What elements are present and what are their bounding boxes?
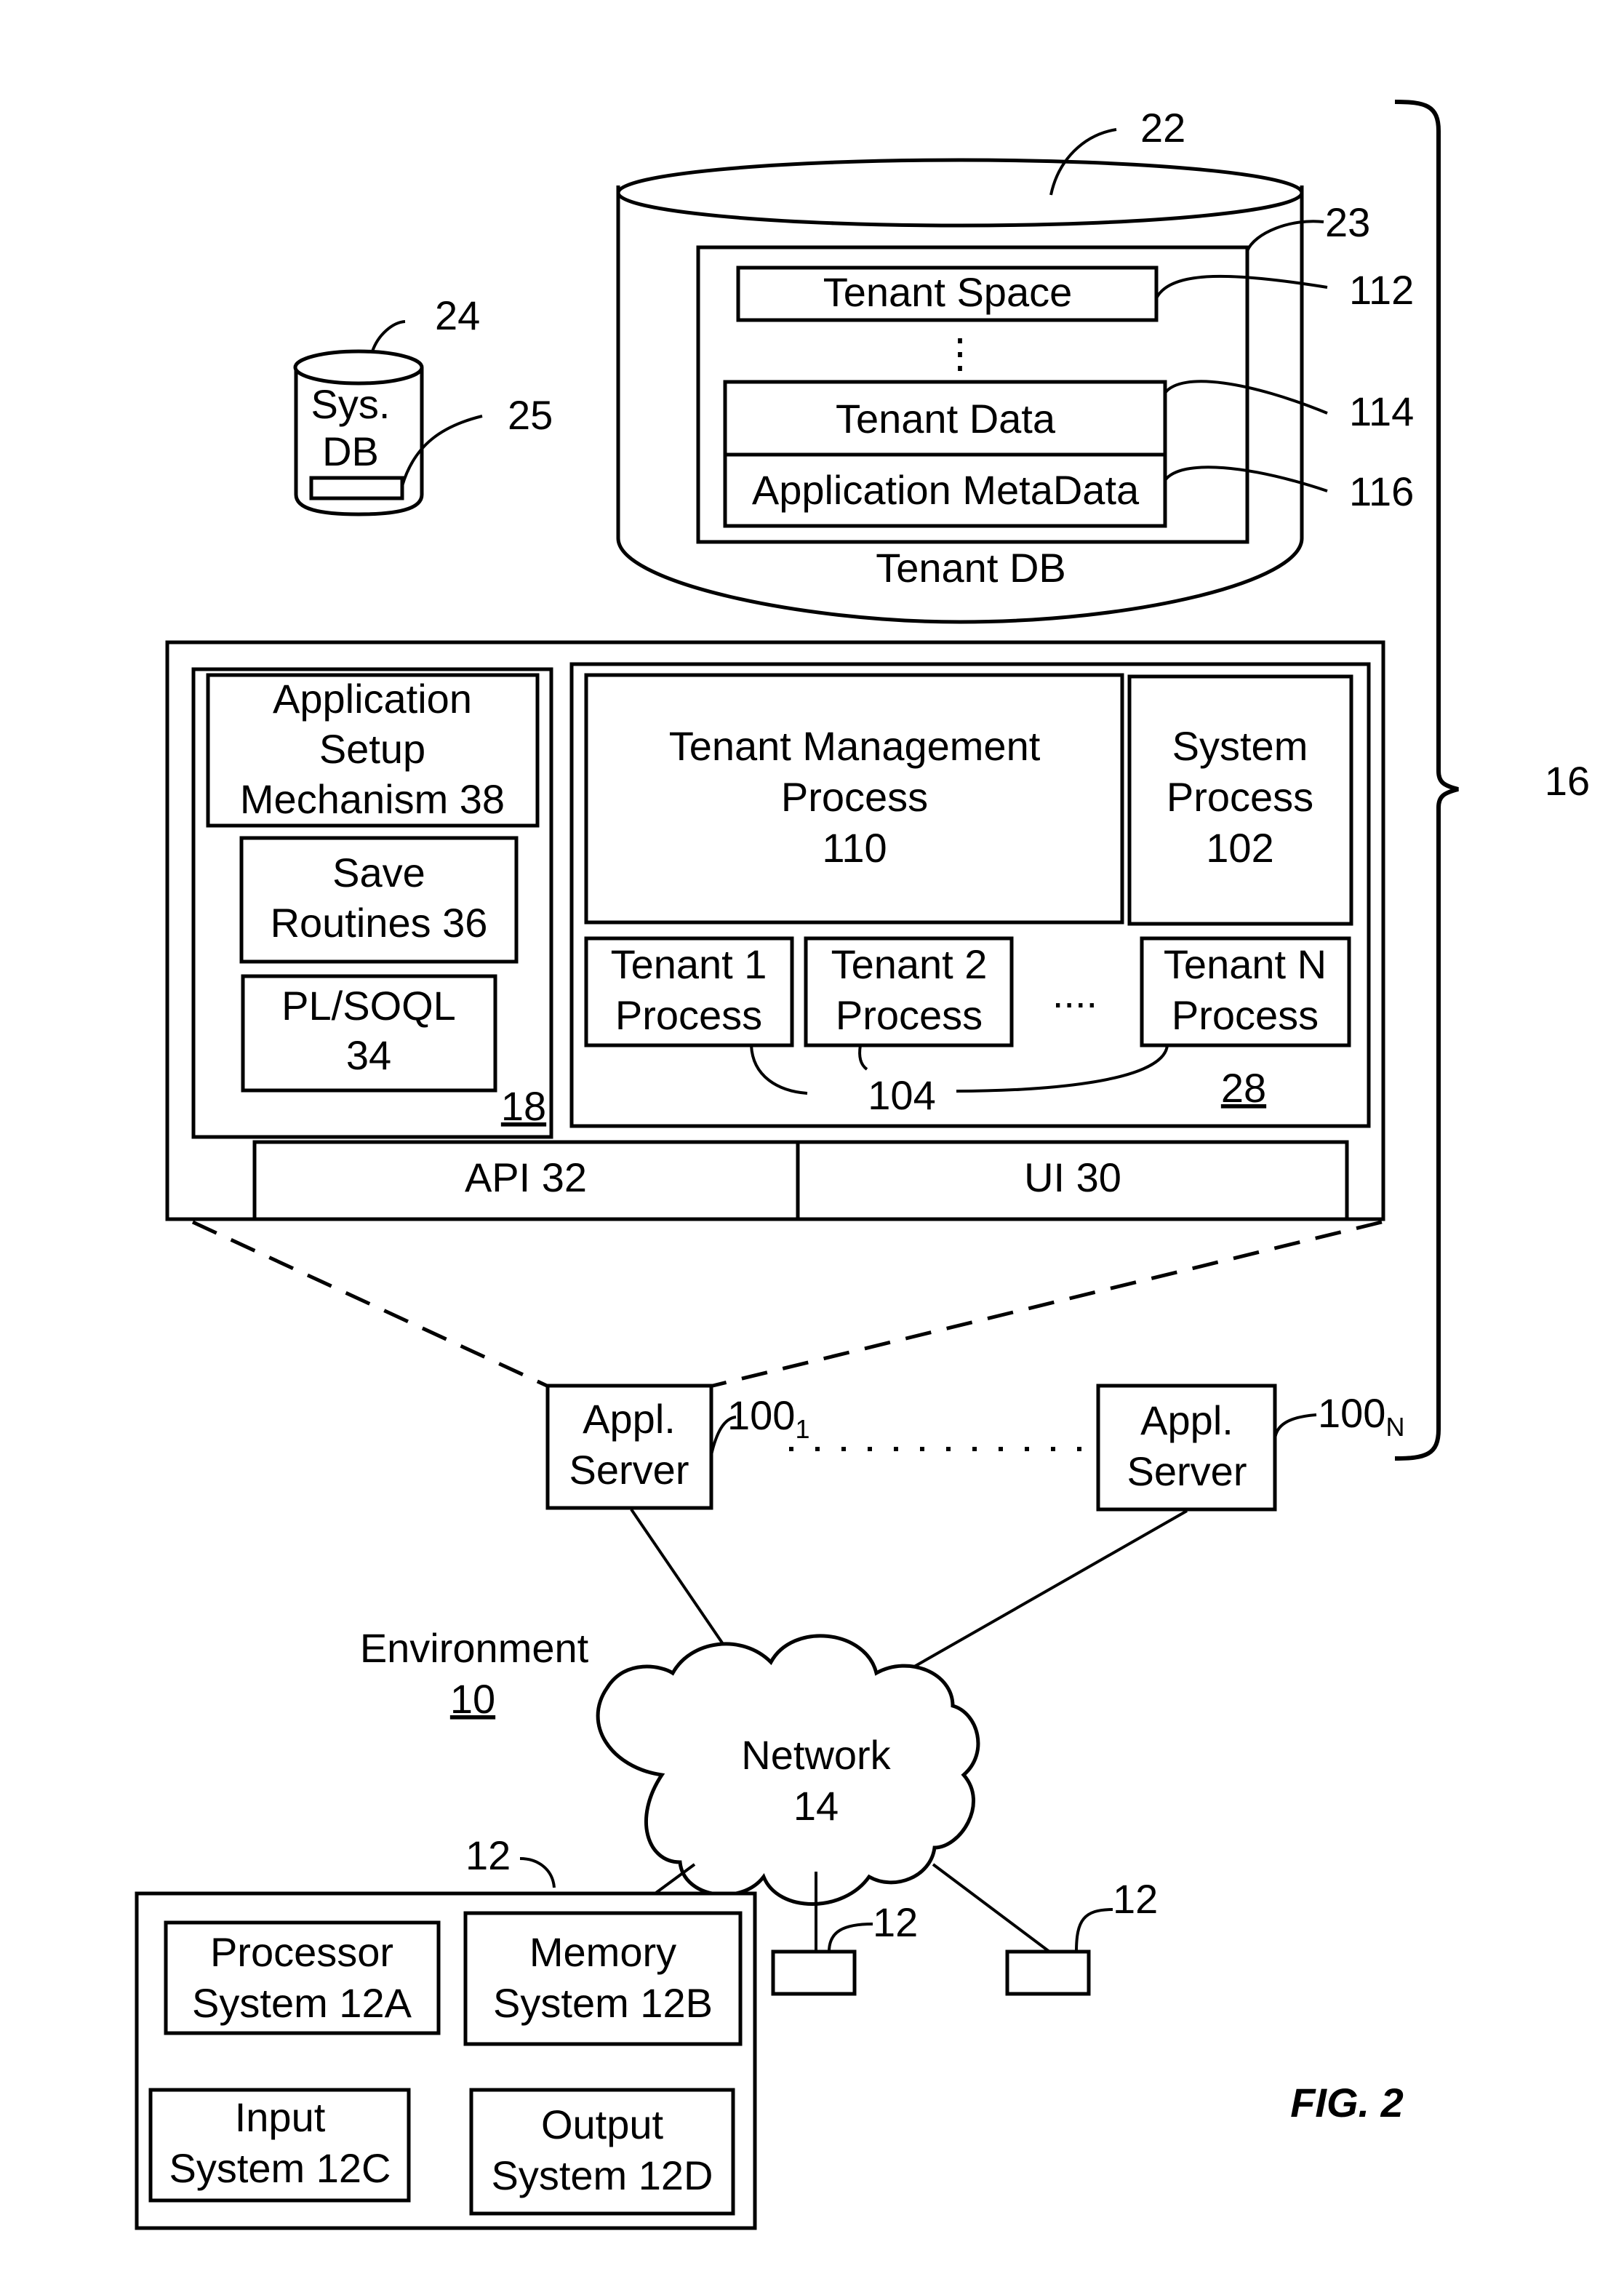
leader-12-a <box>519 1857 556 1888</box>
app-metadata-label: Application MetaData <box>752 467 1140 513</box>
leader-12-c <box>1075 1908 1113 1952</box>
ref-12-a: 12 <box>465 1832 511 1878</box>
tenant1-line2: Process <box>615 992 762 1038</box>
ref-25: 25 <box>508 392 553 438</box>
processor-line2: System 12A <box>192 1980 412 2026</box>
app-server-1: Appl. Server 1001 <box>545 1384 809 1510</box>
tenant-ellipsis: .... <box>1052 970 1097 1016</box>
app-server-n-line1: Appl. <box>1140 1397 1233 1443</box>
user-system-3-box <box>1005 1949 1091 1996</box>
network-cloud: Network 14 <box>596 1634 980 1906</box>
plsoql-line2: 34 <box>346 1032 391 1078</box>
processor-line1: Processor <box>210 1929 393 1975</box>
input-line1: Input <box>235 2094 326 2140</box>
projection-line-left <box>191 1220 548 1388</box>
ref-16: 16 <box>1545 758 1590 804</box>
sys-db-line2: DB <box>322 428 379 474</box>
output-line2: System 12D <box>492 2152 713 2198</box>
environment-ref: 10 <box>450 1676 495 1722</box>
projection-line-right <box>712 1220 1383 1388</box>
ref-18: 18 <box>501 1083 546 1129</box>
app-server-1-line2: Server <box>569 1447 689 1493</box>
tenant-mgmt-line2: Process <box>781 774 928 820</box>
ref-100-n-sub: N <box>1385 1412 1404 1442</box>
tenantN-line1: Tenant N <box>1164 941 1327 987</box>
user-system-main: 12 Processor System 12A Memory System 12… <box>135 1832 757 2230</box>
app-server-1-line1: Appl. <box>583 1396 676 1442</box>
system-process-line1: System <box>1172 723 1308 769</box>
ref-12-b: 12 <box>873 1899 918 1945</box>
app-setup-line3: Mechanism 38 <box>240 776 505 822</box>
ref-114: 114 <box>1349 388 1414 434</box>
link-serverN-network <box>879 1509 1188 1688</box>
api-label: API 32 <box>465 1154 587 1200</box>
tenant-db-label: Tenant DB <box>876 545 1066 591</box>
ref-12-c: 12 <box>1113 1876 1158 1922</box>
ref-104: 104 <box>868 1072 935 1118</box>
app-setup-line2: Setup <box>319 726 425 772</box>
app-server-n-line2: Server <box>1127 1448 1247 1494</box>
tenant-space-label: Tenant Space <box>823 269 1072 315</box>
network-line1: Network <box>741 1732 891 1778</box>
architecture-diagram: 22 23 Tenant Space 112 ⋮ Tenant Data 114… <box>135 100 1590 2230</box>
ref-24: 24 <box>435 292 480 338</box>
user-system-2-box <box>771 1949 857 1996</box>
ref-100-1-sub: 1 <box>795 1414 809 1444</box>
tenant1-line1: Tenant 1 <box>611 941 767 987</box>
system-process-line3: 102 <box>1206 825 1273 871</box>
figure-title: FIG. 2 <box>1290 2080 1404 2126</box>
ref-112: 112 <box>1349 267 1414 313</box>
input-line2: System 12C <box>169 2145 391 2191</box>
tenantN-line2: Process <box>1172 992 1319 1038</box>
output-line1: Output <box>541 2102 664 2147</box>
leader-100-n <box>1273 1413 1317 1440</box>
ui-label: UI 30 <box>1024 1154 1121 1200</box>
network-line2: 14 <box>793 1783 839 1829</box>
memory-line1: Memory <box>529 1929 676 1975</box>
ref-28: 28 <box>1221 1065 1266 1111</box>
memory-line2: System 12B <box>493 1980 713 2026</box>
save-routines-line2: Routines 36 <box>271 900 488 946</box>
tenant-mgmt-line1: Tenant Management <box>669 723 1041 769</box>
ref-23: 23 <box>1325 199 1370 245</box>
plsoql-line1: PL/SOQL <box>281 983 456 1029</box>
ellipsis-vertical: ⋮ <box>940 330 980 376</box>
server-block: Application Setup Mechanism 38 Save Rout… <box>165 640 1385 1221</box>
save-routines-line1: Save <box>332 850 425 895</box>
tenant-mgmt-line3: 110 <box>822 825 887 871</box>
tenant2-line2: Process <box>836 992 983 1038</box>
system-process-line2: Process <box>1167 774 1313 820</box>
tenant2-line1: Tenant 2 <box>831 941 988 987</box>
sys-db-cylinder: 24 Sys. DB 25 <box>293 292 553 516</box>
sys-db-line1: Sys. <box>311 381 391 427</box>
app-server-n: Appl. Server 100N <box>1096 1384 1404 1512</box>
ref-100-1: 1001 <box>727 1392 809 1444</box>
tenant-db-cylinder: 22 23 Tenant Space 112 ⋮ Tenant Data 114… <box>616 105 1414 624</box>
ref-100-n: 100N <box>1318 1390 1404 1442</box>
environment-label: Environment <box>360 1625 589 1671</box>
ref-116: 116 <box>1349 468 1414 514</box>
sys-storage-box <box>309 476 404 500</box>
app-setup-line1: Application <box>273 676 472 722</box>
tenant-data-label: Tenant Data <box>836 396 1056 442</box>
leader-12-b <box>828 1923 873 1952</box>
ref-22: 22 <box>1140 105 1185 151</box>
link-network-user-3 <box>932 1863 1051 1953</box>
leader-24 <box>371 320 406 352</box>
